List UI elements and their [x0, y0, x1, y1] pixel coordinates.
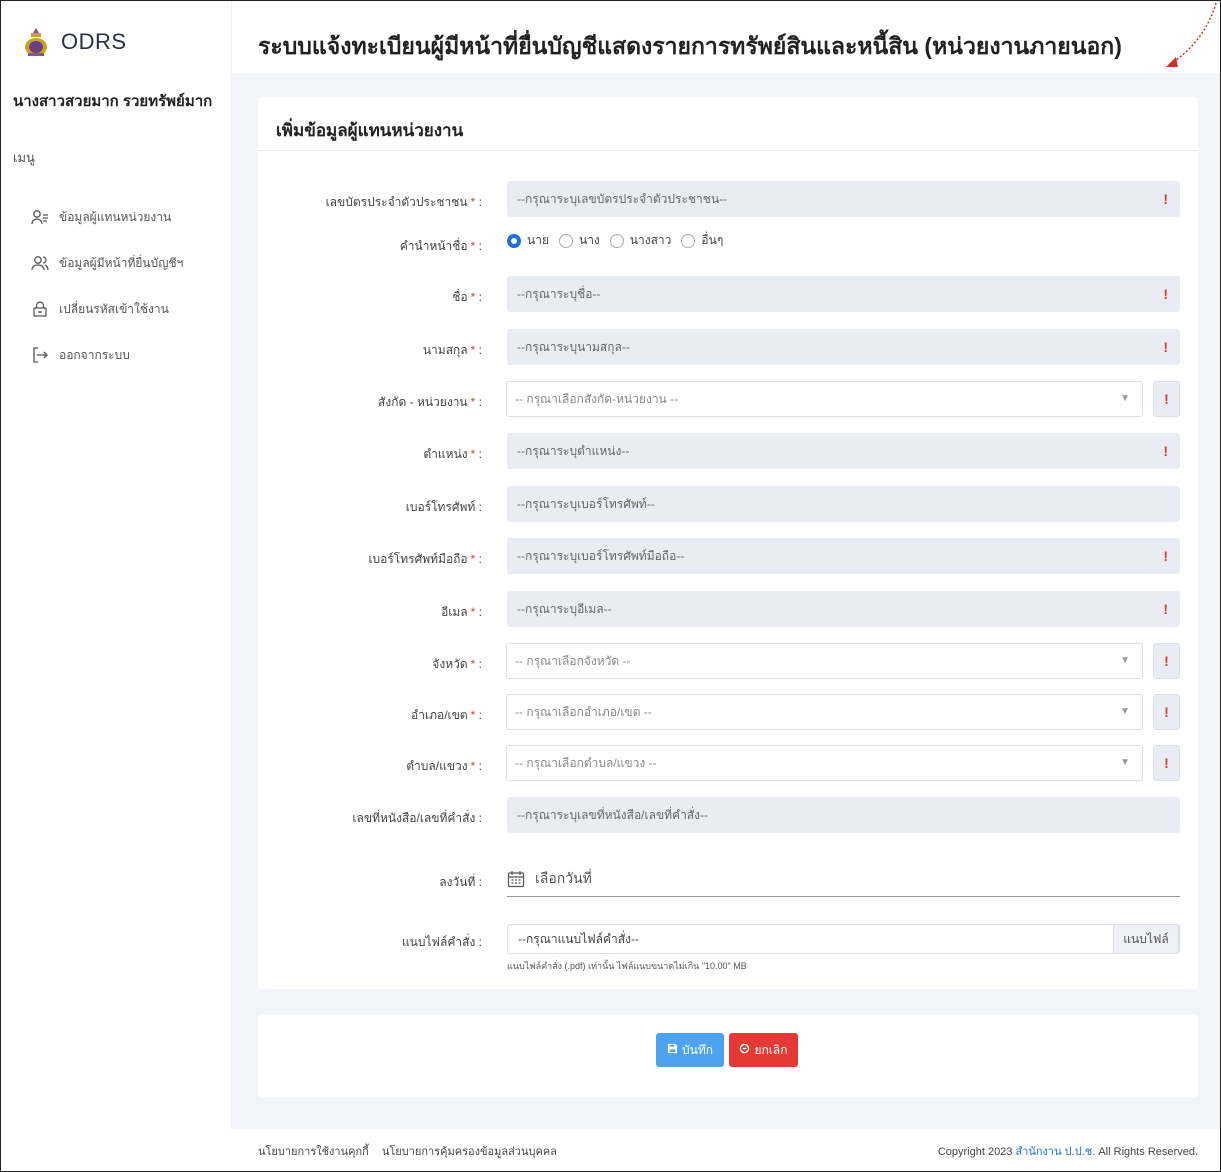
- radio-dot: [681, 233, 696, 248]
- pointer-arrow-icon: [1166, 2, 1217, 67]
- warning-icon: !: [1153, 381, 1180, 417]
- radio-mr[interactable]: นาย: [507, 231, 549, 250]
- subdistrict-select[interactable]: -- กรุณาเลือกตำบล/แขวง -- ▼: [506, 745, 1143, 781]
- prefix-radio-group: นาย นาง นางสาว อื่นๆ: [507, 231, 733, 250]
- page-title: ระบบแจ้งทะเบียนผู้มีหน้าที่ยื่นบัญชีแสดง…: [258, 33, 1122, 59]
- form-title: เพิ่มข้อมูลผู้แทนหน่วยงาน: [258, 97, 1198, 151]
- position-input[interactable]: --กรุณาระบุตำแหน่ง--!: [507, 433, 1180, 469]
- sidebar-item-label: ข้อมูลผู้มีหน้าที่ยื่นบัญชีฯ: [59, 255, 184, 270]
- first-name-input[interactable]: --กรุณาระบุชื่อ--!: [507, 276, 1180, 312]
- doc-no-label: เลขที่หนังสือ/เลขที่คำสั่ง :: [352, 811, 482, 825]
- radio-dot: [609, 233, 624, 248]
- sidebar-item-representative[interactable]: ข้อมูลผู้แทนหน่วยงาน: [1, 194, 231, 240]
- warning-icon: !: [1163, 339, 1168, 355]
- users-icon: [31, 254, 49, 272]
- radio-miss[interactable]: นางสาว: [609, 231, 671, 250]
- radio-mrs[interactable]: นาง: [558, 231, 600, 250]
- emblem-logo: [23, 27, 49, 57]
- warning-icon: !: [1163, 191, 1168, 207]
- sidebar-item-change-password[interactable]: เปลี่ยนรหัสเข้าใช้งาน: [1, 286, 231, 332]
- privacy-policy-link[interactable]: นโยบายการคุ้มครองข้อมูลส่วนบุคคล: [382, 1146, 557, 1158]
- date-label: ลงวันที่ :: [439, 875, 482, 889]
- form-card: เพิ่มข้อมูลผู้แทนหน่วยงาน เลขบัตรประจำตั…: [258, 97, 1198, 989]
- doc-no-input[interactable]: --กรุณาระบุเลขที่หนังสือ/เลขที่คำสั่ง--: [507, 797, 1180, 833]
- warning-icon: !: [1163, 548, 1168, 564]
- warning-icon: !: [1153, 694, 1180, 730]
- brand[interactable]: ODRS: [1, 1, 231, 83]
- sidebar-item-filers[interactable]: ข้อมูลผู้มีหน้าที่ยื่นบัญชีฯ: [1, 240, 231, 286]
- user-name: นางสาวสวยมาก รวยทรัพย์มาก: [13, 93, 213, 110]
- last-name-input[interactable]: --กรุณาระบุนามสกุล--!: [507, 329, 1180, 365]
- floppy-icon: [667, 1043, 678, 1057]
- subdistrict-label: ตำบล/แขวง * :: [406, 759, 482, 773]
- sidebar-menu: ข้อมูลผู้แทนหน่วยงาน ข้อมูลผู้มีหน้าที่ย…: [1, 194, 231, 378]
- action-card: บันทึก ยกเลิก: [258, 1015, 1198, 1097]
- radio-other[interactable]: อื่นๆ: [681, 231, 723, 250]
- mobile-input[interactable]: --กรุณาระบุเบอร์โทรศัพท์มือถือ--!: [507, 538, 1180, 574]
- warning-icon: !: [1163, 601, 1168, 617]
- logout-icon: [31, 346, 49, 364]
- province-select[interactable]: -- กรุณาเลือกจังหวัด -- ▼: [506, 643, 1143, 679]
- last-name-label: นามสกุล * :: [422, 343, 482, 357]
- sidebar-item-label: ข้อมูลผู้แทนหน่วยงาน: [59, 209, 172, 224]
- cancel-button[interactable]: ยกเลิก: [729, 1033, 798, 1067]
- sidebar-item-logout[interactable]: ออกจากระบบ: [1, 332, 231, 378]
- id-card-input[interactable]: --กรุณาระบุเลขบัตรประจำตัวประชาชน--!: [507, 181, 1180, 217]
- position-label: ตำแหน่ง * :: [423, 447, 482, 461]
- sidebar: ODRS นางสาวสวยมาก รวยทรัพย์มาก เมนู ข้อม…: [1, 1, 232, 1129]
- id-card-label: เลขบัตรประจำตัวประชาชน * :: [325, 195, 482, 209]
- prefix-label: คำนำหน้าชื่อ * :: [399, 239, 482, 253]
- province-label: จังหวัด * :: [432, 657, 482, 671]
- radio-dot: [558, 233, 573, 248]
- top-header: ระบบแจ้งทะเบียนผู้มีหน้าที่ยื่นบัญชีแสดง…: [232, 1, 1220, 73]
- chevron-down-icon: ▼: [1120, 706, 1130, 717]
- chevron-down-icon: ▼: [1120, 757, 1130, 768]
- brand-name: ODRS: [61, 29, 127, 54]
- sidebar-item-label: ออกจากระบบ: [59, 347, 130, 362]
- calendar-icon: [507, 870, 525, 888]
- email-input[interactable]: --กรุณาระบุอีเมล--!: [507, 591, 1180, 627]
- chevron-down-icon: ▼: [1120, 655, 1130, 666]
- browse-file-button[interactable]: แนบไฟล์: [1113, 924, 1179, 954]
- footer: นโยบายการใช้งานคุกกี้ นโยบายการคุ้มครองข…: [232, 1129, 1220, 1171]
- cancel-icon: [739, 1043, 750, 1057]
- chevron-down-icon: ▼: [1120, 393, 1130, 404]
- footer-links: นโยบายการใช้งานคุกกี้ นโยบายการคุ้มครองข…: [258, 1142, 567, 1160]
- warning-icon: !: [1153, 745, 1180, 781]
- file-input[interactable]: --กรุณาแนบไฟล์คำสั่ง-- แนบไฟล์: [507, 924, 1180, 954]
- warning-icon: !: [1163, 443, 1168, 459]
- user-list-icon: [31, 208, 49, 226]
- agency-select[interactable]: -- กรุณาเลือกสังกัด-หน่วยงาน -- ▼: [506, 381, 1143, 417]
- agency-label: สังกัด - หน่วยงาน * :: [378, 395, 482, 409]
- email-label: อีเมล * :: [441, 605, 482, 619]
- date-picker[interactable]: เลือกวันที่: [507, 861, 1180, 897]
- save-button[interactable]: บันทึก: [656, 1033, 724, 1067]
- sidebar-item-label: เปลี่ยนรหัสเข้าใช้งาน: [59, 301, 169, 316]
- menu-title: เมนู: [13, 150, 35, 165]
- warning-icon: !: [1163, 286, 1168, 302]
- first-name-label: ชื่อ * :: [452, 290, 482, 304]
- cookie-policy-link[interactable]: นโยบายการใช้งานคุกกี้: [258, 1146, 369, 1158]
- file-label: แนบไฟล์คำสั่ง :: [401, 935, 482, 949]
- district-label: อำเภอ/เขต * :: [411, 708, 482, 722]
- mobile-label: เบอร์โทรศัพท์มือถือ * :: [368, 552, 482, 566]
- warning-icon: !: [1153, 643, 1180, 679]
- lock-icon: [31, 300, 49, 318]
- file-note: แนบไฟล์คำสั่ง (.pdf) เท่านั้น ไฟล์แนบขนา…: [507, 961, 747, 971]
- phone-label: เบอร์โทรศัพท์ :: [405, 500, 482, 514]
- org-link[interactable]: สำนักงาน ป.ป.ช.: [1015, 1146, 1095, 1158]
- phone-input[interactable]: --กรุณาระบุเบอร์โทรศัพท์--: [507, 486, 1180, 522]
- copyright: Copyright 2023 สำนักงาน ป.ป.ช. All Right…: [937, 1146, 1198, 1158]
- district-select[interactable]: -- กรุณาเลือกอำเภอ/เขต -- ▼: [506, 694, 1143, 730]
- radio-dot-checked: [507, 233, 521, 248]
